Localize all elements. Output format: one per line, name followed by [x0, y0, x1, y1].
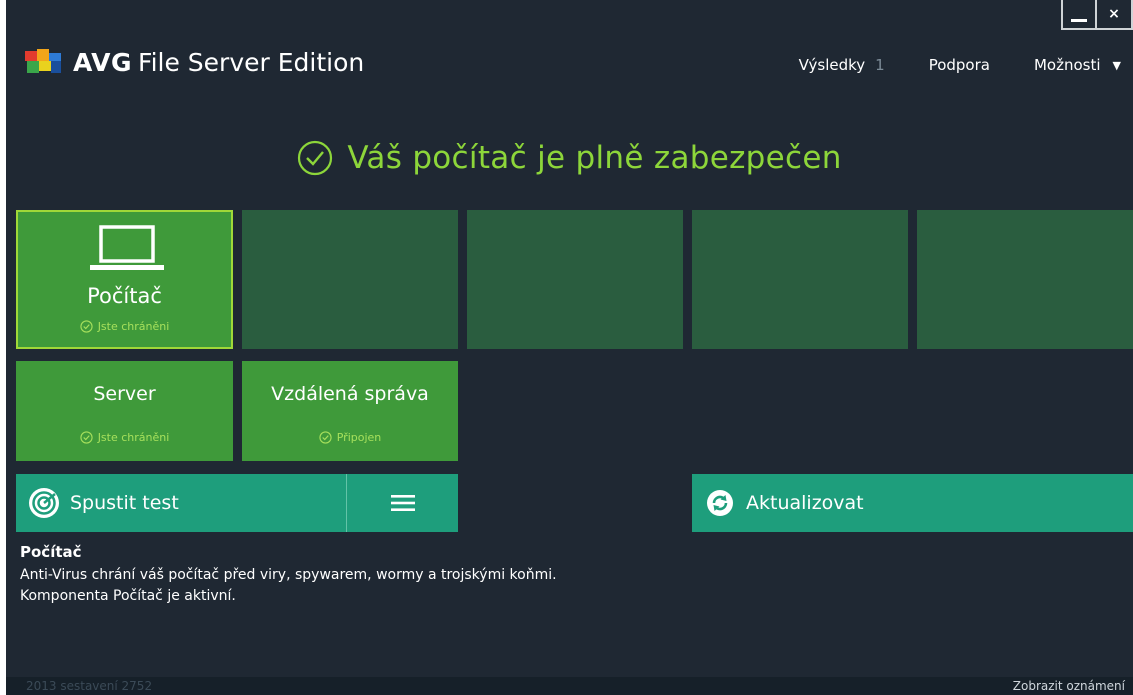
tile-empty-3: [692, 210, 908, 349]
show-notifications-link[interactable]: Zobrazit oznámení: [1013, 679, 1125, 693]
check-circle-icon: [319, 431, 332, 444]
update-button[interactable]: Aktualizovat: [692, 474, 1133, 532]
tile-empty-4: [917, 210, 1133, 349]
window-controls: ×: [1061, 0, 1133, 30]
app-window: × AVG File Server Edition Výsledky 1 Podp…: [6, 0, 1133, 695]
hamburger-menu-icon: [390, 495, 415, 511]
avg-logo-icon: [23, 47, 65, 77]
description-line: Anti-Virus chrání váš počítač před viry,…: [20, 567, 557, 583]
component-description: Počítač Anti-Virus chrání váš počítač př…: [20, 543, 557, 607]
update-label: Aktualizovat: [746, 492, 864, 514]
results-link[interactable]: Výsledky 1: [799, 56, 885, 74]
app-logo: AVG File Server Edition: [23, 47, 364, 77]
app-title: AVG File Server Edition: [73, 48, 364, 77]
tile-status-text: Jste chráněni: [97, 431, 170, 444]
run-scan-button[interactable]: Spustit test: [16, 474, 346, 532]
refresh-icon: [707, 490, 733, 516]
description-line: Komponenta Počítač je aktivní.: [20, 588, 236, 604]
support-link[interactable]: Podpora: [929, 56, 990, 74]
protection-status: Váš počítač je plně zabezpečen: [6, 140, 1133, 176]
tile-status-text: Jste chráněni: [97, 320, 170, 333]
run-scan-label: Spustit test: [70, 492, 179, 514]
tile-status-text: Připojen: [336, 431, 382, 444]
options-menu[interactable]: Možnosti ▼: [1034, 56, 1121, 74]
minimize-icon: [1071, 18, 1087, 22]
tile-remote-admin[interactable]: Vzdálená správa Připojen: [242, 361, 458, 461]
check-circle-icon: [298, 140, 333, 176]
results-count: 1: [875, 56, 885, 74]
status-message: Váš počítač je plně zabezpečen: [347, 140, 842, 176]
tile-status: Jste chráněni: [18, 320, 231, 333]
laptop-icon: [90, 225, 164, 270]
tile-empty-1: [242, 210, 458, 349]
close-icon: ×: [1108, 6, 1120, 22]
results-label: Výsledky: [798, 56, 866, 74]
support-label: Podpora: [928, 56, 990, 74]
check-circle-icon: [80, 431, 93, 444]
status-footer: 2013 sestavení 2752 Zobrazit oznámení: [6, 677, 1133, 695]
scan-bar: Spustit test: [16, 474, 458, 532]
check-circle-icon: [80, 320, 93, 333]
description-title: Počítač: [20, 543, 82, 561]
tile-status: Připojen: [242, 431, 458, 444]
top-navigation: Výsledky 1 Podpora Možnosti ▼: [755, 56, 1121, 74]
scan-options-button[interactable]: [347, 474, 458, 532]
tile-computer[interactable]: Počítač Jste chráněni: [16, 210, 233, 349]
tile-server[interactable]: Server Jste chráněni: [16, 361, 233, 461]
minimize-button[interactable]: [1061, 0, 1097, 30]
product-name: File Server Edition: [138, 47, 365, 77]
options-label: Možnosti: [1033, 56, 1101, 74]
scan-target-icon: [29, 488, 59, 518]
tile-empty-2: [467, 210, 683, 349]
tile-title: Vzdálená správa: [271, 383, 429, 405]
tile-status: Jste chráněni: [16, 431, 233, 444]
build-info: 2013 sestavení 2752: [26, 679, 153, 693]
caret-down-icon: ▼: [1112, 58, 1121, 72]
tile-title: Počítač: [87, 284, 162, 308]
close-button[interactable]: ×: [1097, 0, 1133, 30]
tile-title: Server: [93, 383, 156, 405]
brand-name: AVG: [73, 47, 133, 77]
